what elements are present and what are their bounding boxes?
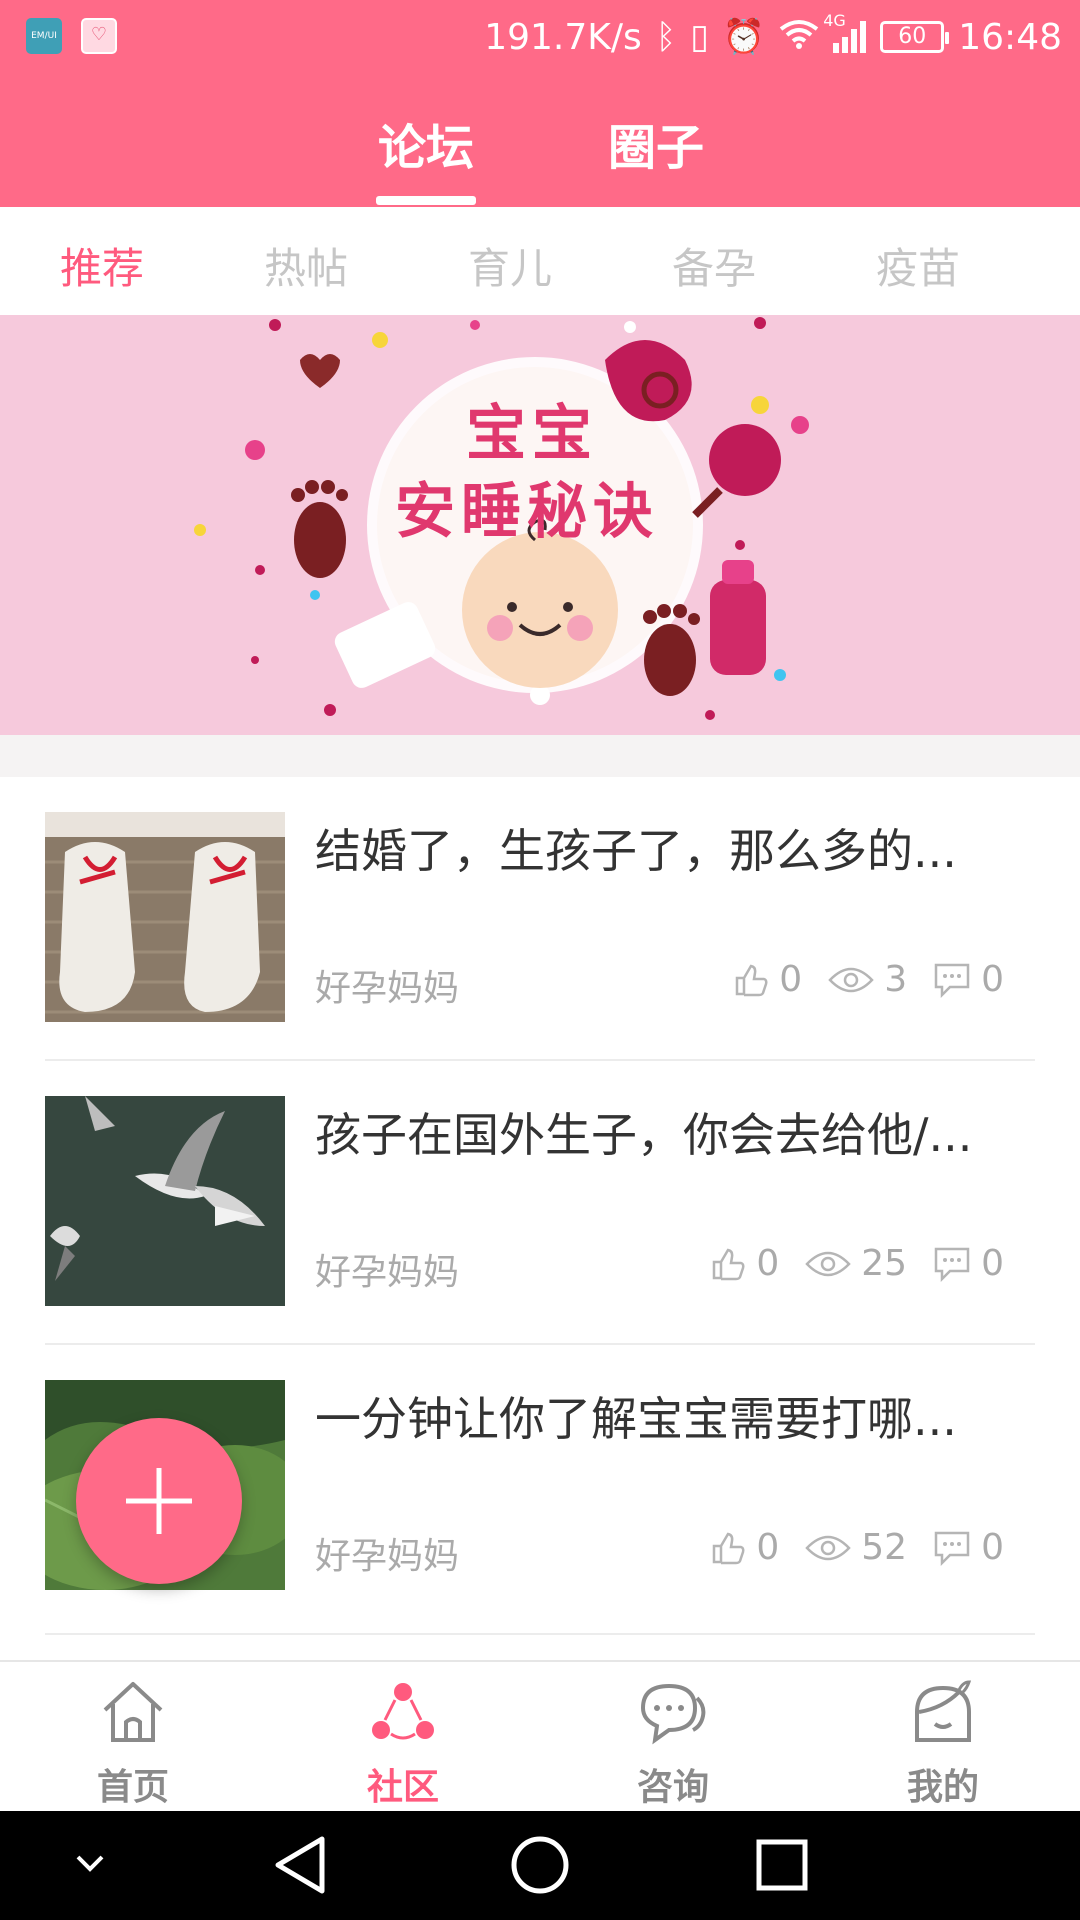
post-stats: 0 52 0 <box>710 1527 1004 1568</box>
comment-count: 0 <box>981 959 1004 1000</box>
view-count: 3 <box>884 959 908 1000</box>
bluetooth-icon: ᛒ <box>655 17 677 57</box>
nav-community[interactable]: 社区 <box>303 1662 503 1813</box>
comment-icon <box>934 963 970 998</box>
home-circle-icon[interactable] <box>508 1833 572 1897</box>
status-right: 191.7K/s ᛒ ▯ ⏰ 4G 60 16:48 <box>484 11 1062 62</box>
tab-parenting[interactable]: 育儿 <box>468 235 552 296</box>
view-count: 25 <box>861 1243 908 1284</box>
comment-stat[interactable]: 0 <box>933 1243 1004 1284</box>
like-count: 0 <box>779 959 803 1000</box>
banner-title-line1: 宝宝 <box>466 399 598 469</box>
create-post-button[interactable] <box>76 1418 242 1584</box>
post-item[interactable]: 孩子在国外生子，你会去给他/... 好孕妈妈 0 25 0 <box>0 1061 1080 1345</box>
like-icon <box>713 1248 745 1280</box>
recents-icon[interactable] <box>752 1835 812 1895</box>
like-count: 0 <box>756 1527 780 1568</box>
comment-count: 0 <box>981 1243 1004 1284</box>
comment-count: 0 <box>981 1527 1004 1568</box>
vibrate-icon: ▯ <box>690 17 709 57</box>
signal-icon: 4G <box>823 11 867 53</box>
eye-icon <box>805 1535 852 1560</box>
like-stat[interactable]: 0 <box>710 1527 779 1568</box>
tab-recommend[interactable]: 推荐 <box>60 235 144 296</box>
view-stat: 3 <box>828 959 907 1000</box>
view-count: 52 <box>861 1527 908 1568</box>
comment-stat[interactable]: 0 <box>933 959 1004 1000</box>
post-stats: 0 25 0 <box>710 1243 1004 1284</box>
battery-icon: 60 <box>880 21 950 53</box>
nav-profile-label: 我的 <box>906 1767 979 1808</box>
comment-stat[interactable]: 0 <box>933 1527 1004 1568</box>
chat-icon <box>640 1683 706 1745</box>
tab-pregnancy-prep[interactable]: 备孕 <box>672 235 756 296</box>
eye-icon <box>828 967 874 992</box>
top-header: EM/UI ♡ 191.7K/s ᛒ ▯ ⏰ 4G 60 16:48 论坛 圈子 <box>0 0 1080 207</box>
category-tabs: 推荐 热帖 育儿 备孕 疫苗 <box>0 207 1080 315</box>
clock: 16:48 <box>958 16 1062 58</box>
app-notification-icon-2: ♡ <box>81 18 117 54</box>
post-stats: 0 3 0 <box>733 959 1004 1000</box>
like-stat[interactable]: 0 <box>710 1243 779 1284</box>
home-icon <box>103 1682 163 1742</box>
post-thumbnail[interactable] <box>45 1096 285 1306</box>
comment-icon <box>934 1531 970 1566</box>
alarm-icon: ⏰ <box>722 17 766 57</box>
nav-consult[interactable]: 咨询 <box>573 1662 773 1813</box>
banner[interactable]: 宝宝 安睡秘诀 <box>0 315 1080 735</box>
like-icon <box>713 1532 745 1564</box>
plus-icon <box>126 1468 192 1534</box>
tab-indicator <box>376 196 476 205</box>
status-bar: EM/UI ♡ 191.7K/s ᛒ ▯ ⏰ 4G 60 16:48 <box>0 0 1080 72</box>
post-item[interactable]: 结婚了，生孩子了，那么多的... 好孕妈妈 0 3 0 <box>0 777 1080 1061</box>
comment-icon <box>934 1247 970 1282</box>
post-title[interactable]: 孩子在国外生子，你会去给他/... <box>315 1099 1035 1165</box>
view-stat: 52 <box>805 1527 907 1568</box>
banner-title-line2: 安睡秘诀 <box>395 477 659 547</box>
network-type: 4G <box>823 11 846 30</box>
top-tabs: 论坛 圈子 <box>0 100 1080 207</box>
like-stat[interactable]: 0 <box>733 959 802 1000</box>
post-title[interactable]: 结婚了，生孩子了，那么多的... <box>315 815 1035 881</box>
eye-icon <box>805 1251 852 1276</box>
post-author[interactable]: 好孕妈妈 <box>315 1527 459 1579</box>
post-author[interactable]: 好孕妈妈 <box>315 959 459 1011</box>
tab-vaccine[interactable]: 疫苗 <box>876 235 960 296</box>
wifi-icon <box>779 19 819 55</box>
tab-hot[interactable]: 热帖 <box>264 235 348 296</box>
nav-home-label: 首页 <box>96 1767 169 1808</box>
nav-consult-label: 咨询 <box>636 1767 709 1808</box>
chevron-down-icon[interactable] <box>72 1849 108 1879</box>
profile-icon <box>915 1680 972 1742</box>
nav-community-label: 社区 <box>366 1767 439 1808</box>
network-speed: 191.7K/s <box>484 16 642 58</box>
system-nav-bar <box>0 1811 1080 1920</box>
tab-forum[interactable]: 论坛 <box>378 108 474 178</box>
nav-profile[interactable]: 我的 <box>843 1662 1043 1813</box>
app-notification-icon: EM/UI <box>26 18 62 54</box>
tab-circle[interactable]: 圈子 <box>608 108 704 178</box>
nav-home[interactable]: 首页 <box>33 1662 233 1813</box>
like-count: 0 <box>756 1243 780 1284</box>
bottom-nav: 首页 社区 咨询 我的 <box>0 1660 1080 1811</box>
community-icon <box>372 1683 434 1740</box>
post-thumbnail[interactable] <box>45 812 285 1022</box>
post-title[interactable]: 一分钟让你了解宝宝需要打哪... <box>315 1383 1035 1449</box>
view-stat: 25 <box>805 1243 907 1284</box>
back-icon[interactable] <box>270 1833 330 1897</box>
like-icon <box>736 964 768 996</box>
divider <box>45 1633 1035 1635</box>
separator <box>0 735 1080 777</box>
post-author[interactable]: 好孕妈妈 <box>315 1243 459 1295</box>
